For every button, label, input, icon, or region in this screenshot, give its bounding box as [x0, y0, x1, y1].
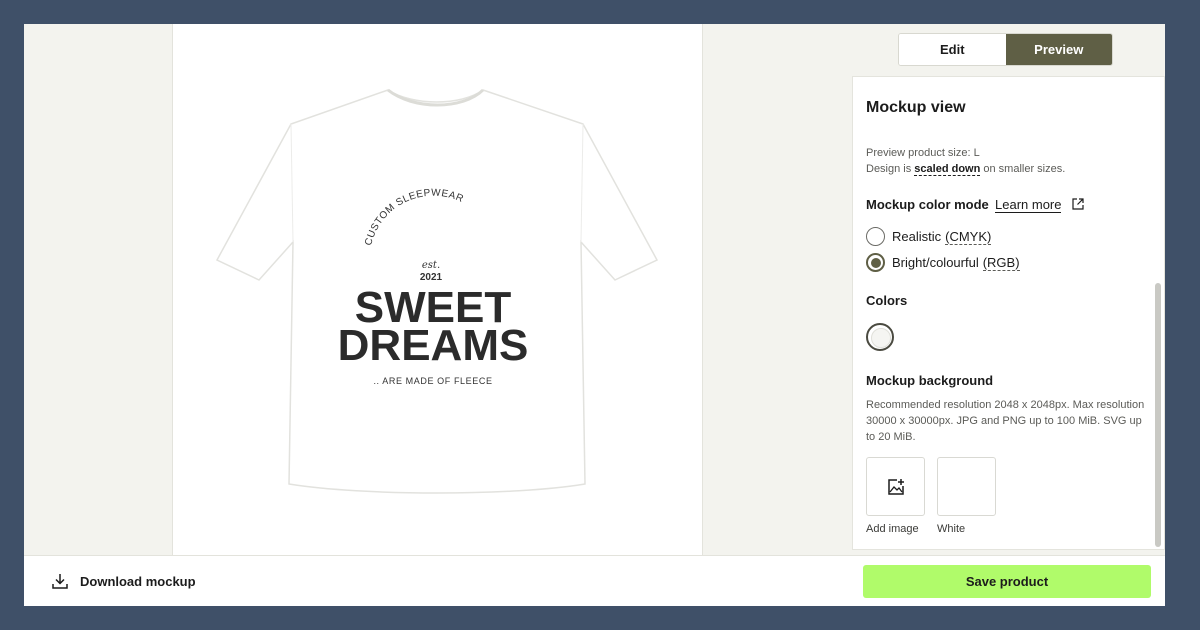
background-description: Recommended resolution 2048 x 2048px. Ma… [866, 399, 1145, 443]
white-background-tile[interactable] [937, 457, 996, 516]
mockup-editor: CUSTOM SLEEPWEAR est. 2021 SWEET DREAMS … [24, 24, 1165, 606]
cmyk-label: (CMYK) [945, 228, 992, 245]
year-label: 2021 [420, 272, 443, 283]
est-label: est. [422, 260, 440, 271]
color-swatch-white[interactable] [866, 323, 894, 351]
edit-tab[interactable]: Edit [899, 34, 1006, 65]
bright-label: Bright/colourful [892, 255, 979, 270]
preview-tab[interactable]: Preview [1005, 34, 1112, 65]
white-label: White [937, 523, 966, 535]
scaled-down-link[interactable]: scaled down [914, 163, 981, 176]
download-mockup-button[interactable]: Download mockup [52, 573, 196, 589]
dreams-text: DREAMS [338, 321, 529, 370]
background-label: Mockup background [866, 373, 994, 388]
add-image-icon [888, 479, 904, 495]
rgb-label: (RGB) [982, 254, 1020, 271]
mockup-view-panel: Mockup view Preview product size: L Desi… [852, 76, 1165, 550]
radio-bright-circle[interactable] [866, 253, 885, 272]
panel-scrollbar[interactable] [1155, 133, 1161, 547]
tshirt-mockup: CUSTOM SLEEPWEAR est. 2021 SWEET DREAMS … [215, 88, 659, 494]
radio-bright[interactable]: Bright/colourful (RGB) [866, 253, 1020, 272]
save-product-button[interactable]: Save product [863, 565, 1151, 598]
external-link-icon [1072, 198, 1084, 210]
color-mode-label: Mockup color mode [866, 197, 989, 212]
scrollbar-thumb[interactable] [1155, 283, 1161, 547]
download-mockup-label: Download mockup [80, 573, 196, 589]
mode-toggle: Edit Preview [898, 33, 1113, 66]
tagline-text: .. ARE MADE OF FLEECE [373, 376, 492, 386]
panel-title: Mockup view [866, 99, 966, 116]
size-info: Preview product size: L Design is scaled… [866, 145, 1065, 177]
colors-label: Colors [866, 293, 908, 308]
add-image-tile[interactable] [866, 457, 925, 516]
radio-realistic-circle[interactable] [866, 227, 885, 246]
design-scale-text: Design is scaled down on smaller sizes. [866, 163, 1066, 176]
mockup-canvas: CUSTOM SLEEPWEAR est. 2021 SWEET DREAMS … [172, 24, 703, 555]
radio-realistic[interactable]: Realistic (CMYK) [866, 227, 992, 246]
footer-bar: Download mockup Save product [24, 555, 1165, 606]
realistic-label: Realistic [892, 229, 942, 244]
preview-size-text: Preview product size: L [866, 147, 980, 159]
download-icon [52, 574, 68, 589]
learn-more-link[interactable]: Learn more [995, 197, 1062, 213]
add-image-label: Add image [866, 523, 919, 535]
